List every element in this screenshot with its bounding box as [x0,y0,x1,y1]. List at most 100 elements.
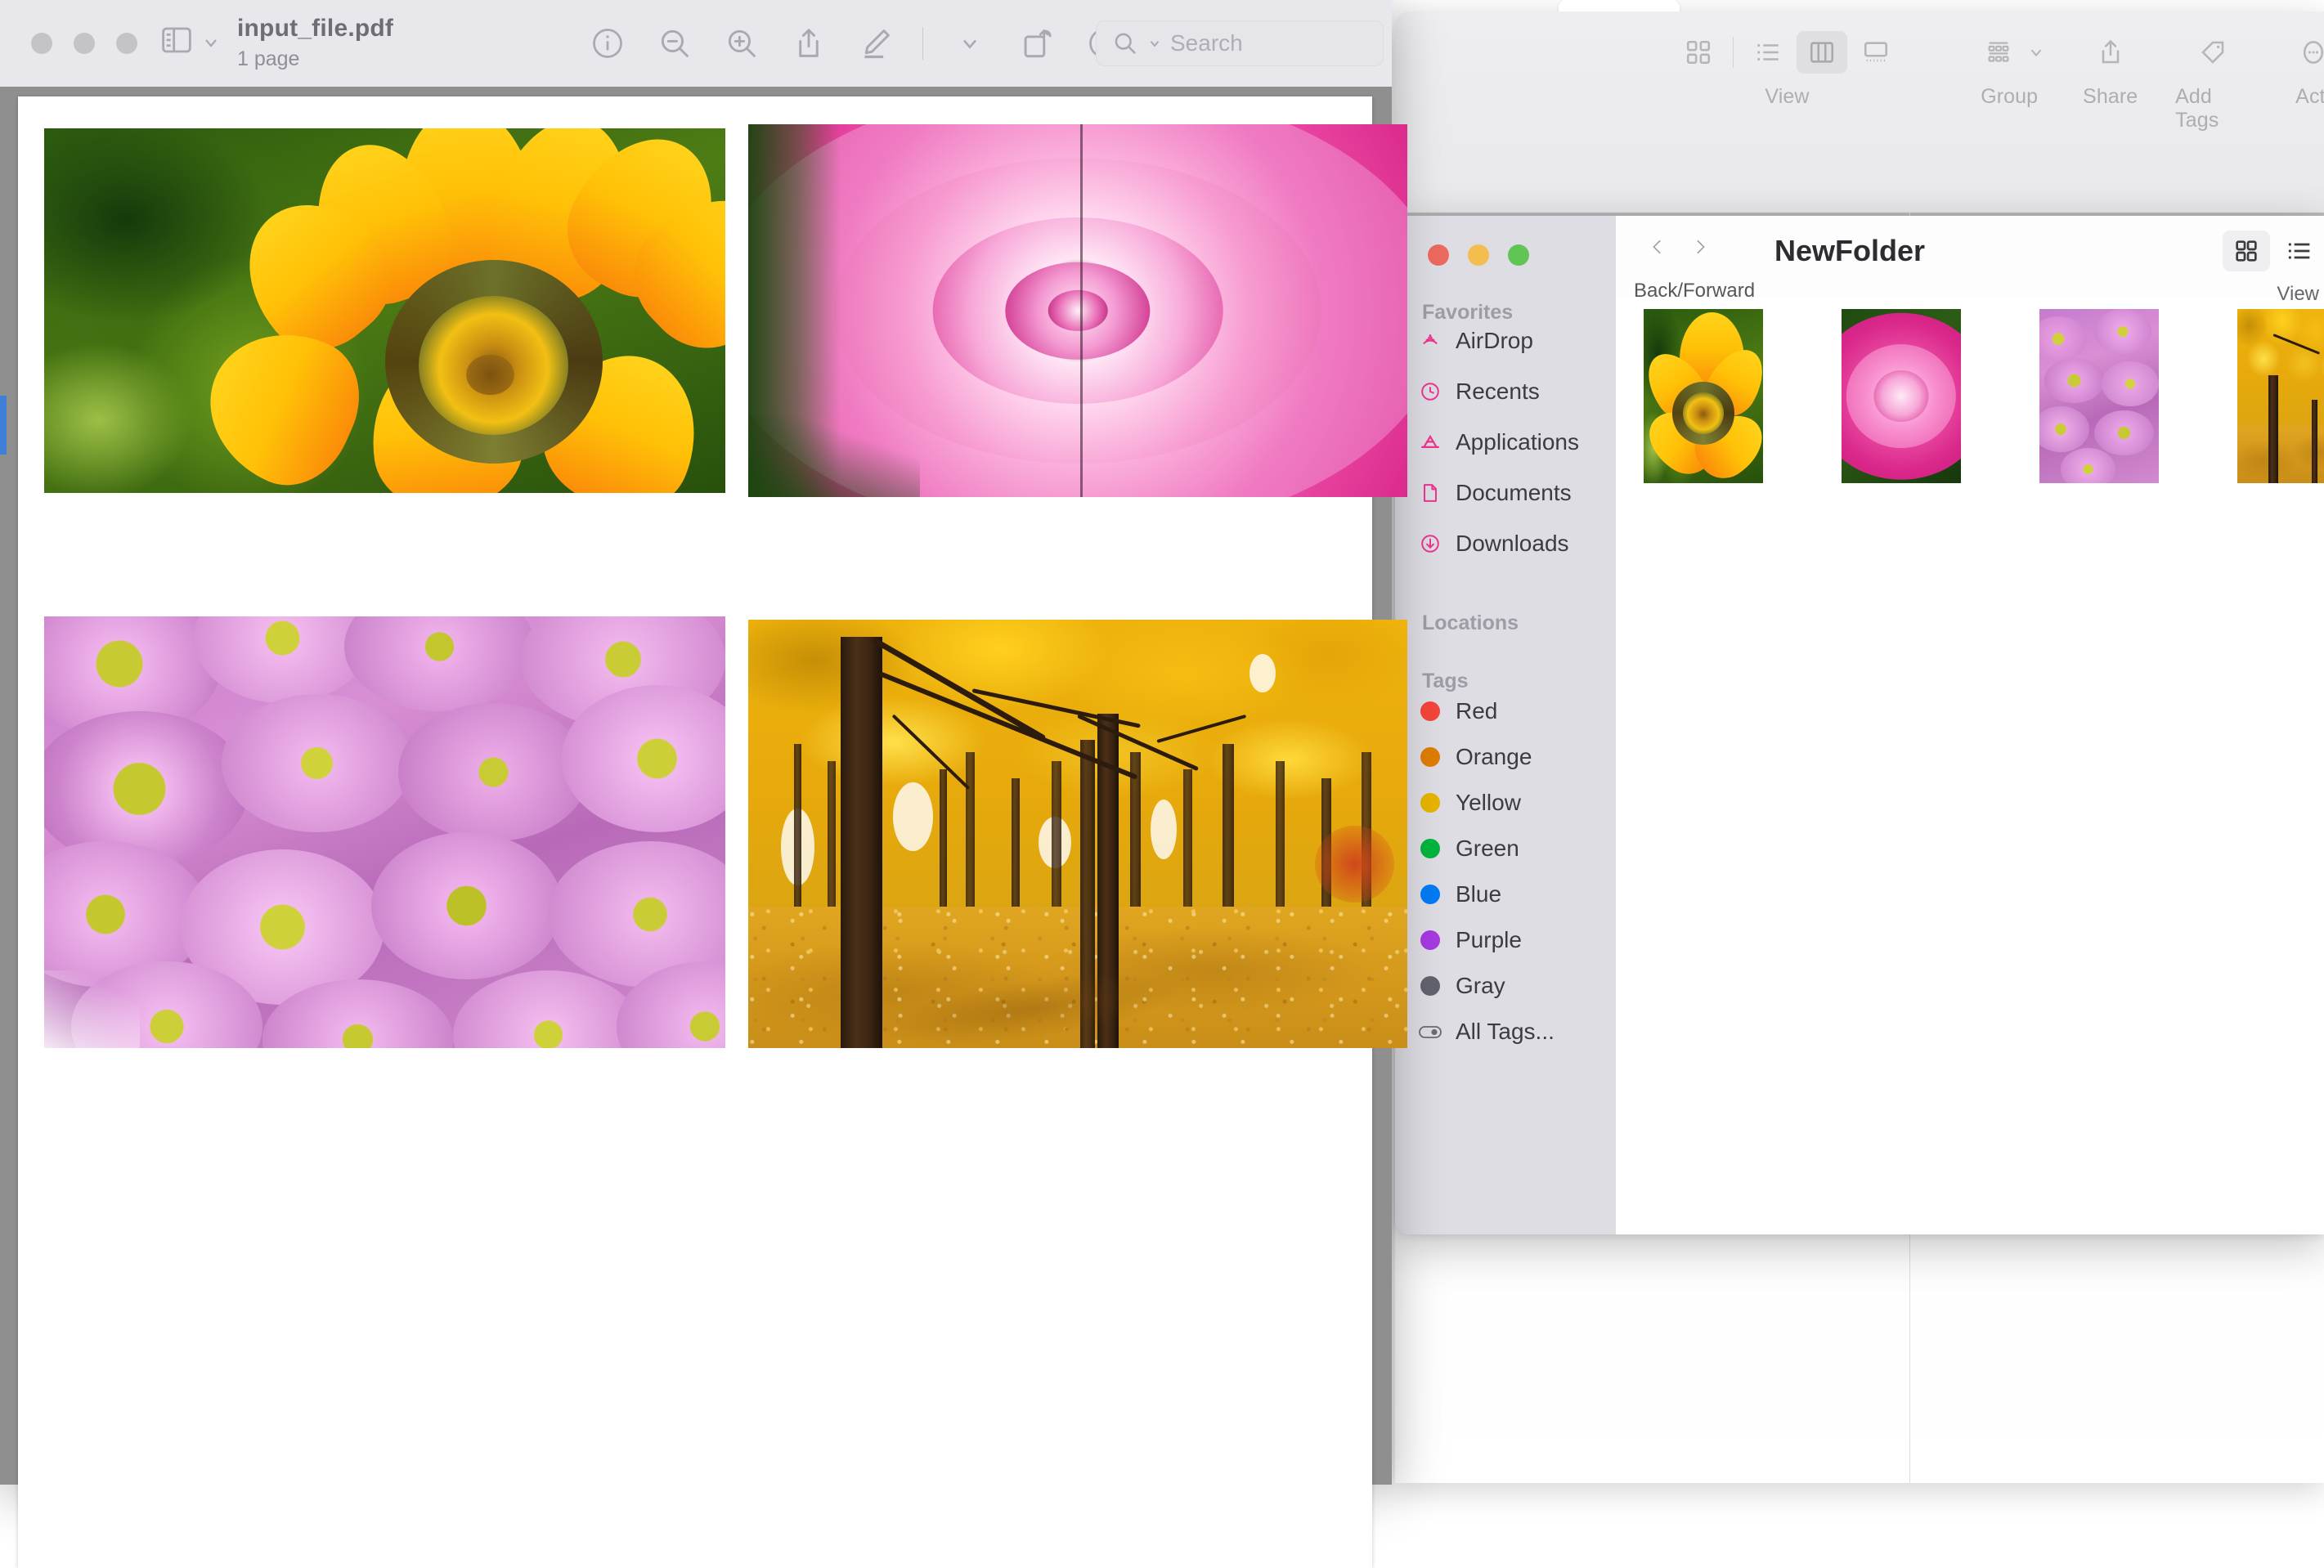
finder-back-toolbar: View [1395,11,2324,213]
add-tags-label: Add Tags [2175,85,2250,132]
search-input[interactable]: Search [1096,20,1384,66]
sidebar-item-airdrop[interactable]: AirDrop [1418,325,1533,357]
toolbar-divider [922,27,923,60]
group-label: Group [1981,85,2038,109]
sidebar-all-tags[interactable]: All Tags... [1418,1015,1555,1048]
sidebar-tag-yellow[interactable]: Yellow [1418,786,1521,819]
chevron-down-icon[interactable] [1147,36,1162,51]
zoom-button[interactable] [116,33,137,54]
sidebar-tag-red[interactable]: Red [1418,695,1497,728]
icon-view-icon[interactable] [2223,231,2270,271]
tag-dot-icon [1418,745,1442,769]
file-item-image4[interactable]: image4.jpg [2237,309,2324,483]
preview-window[interactable]: input_file.pdf 1 page [0,0,1392,1485]
sidebar-item-documents[interactable]: Documents [1418,477,1572,509]
close-button[interactable] [31,33,52,54]
add-tags-button[interactable]: Add Tags [2175,31,2250,132]
tag-dot-icon [1418,791,1442,815]
zoom-out-icon[interactable] [654,23,695,64]
sidebar-item-label: Red [1456,698,1497,724]
rotate-icon[interactable] [1016,23,1057,64]
sidebar-item-label: Yellow [1456,790,1521,816]
minimize-button[interactable] [74,33,95,54]
pdf-page [18,96,1372,1568]
sidebar-tag-orange[interactable]: Orange [1418,741,1532,773]
thumb-forest [2237,309,2324,483]
icon-view-icon[interactable] [1673,31,1724,74]
finder-window-front[interactable]: Favorites AirDrop Recents [1395,216,2324,1234]
file-item-image2[interactable]: image2.jpg [1842,309,1961,483]
sidebar-tag-gray[interactable]: Gray [1418,970,1505,1002]
share-label: Share [2083,85,2138,109]
sidebar-item-label: Gray [1456,973,1505,999]
tag-icon[interactable] [2187,31,2238,74]
window-controls [31,33,137,54]
download-icon [1418,531,1442,556]
chevron-down-icon[interactable] [949,23,990,64]
zoom-button[interactable] [1508,244,1529,266]
zoom-in-icon[interactable] [721,23,762,64]
page-title: input_file.pdf [237,15,393,43]
thumb-gazania [1644,309,1763,483]
sidebar-toggle-icon[interactable] [160,25,193,60]
group-button[interactable]: Group [1973,31,2045,109]
file-thumbnail[interactable] [1644,309,1763,446]
desktop: View [0,0,2324,1485]
sidebar-tag-blue[interactable]: Blue [1418,878,1501,911]
chevron-right-icon[interactable] [1688,231,1712,263]
sidebar-tag-green[interactable]: Green [1418,832,1519,865]
chevron-down-icon[interactable] [201,33,221,52]
file-item-image3[interactable]: image3.jpg [2039,309,2159,483]
sidebar-item-label: AirDrop [1456,328,1533,354]
sidebar-toggle-button[interactable] [160,25,221,60]
chevron-left-icon[interactable] [1645,231,1670,263]
thumb-dahlia [1842,309,1961,483]
share-icon[interactable] [788,23,829,64]
sidebar-item-label: Orange [1456,744,1532,770]
chevron-down-icon[interactable] [2027,43,2045,61]
search-icon [1111,29,1139,57]
sidebar-item-label: All Tags... [1456,1019,1555,1045]
page-scroll-indicator[interactable] [0,396,7,455]
toolbar-divider [1733,37,1734,68]
markup-pen-icon[interactable] [855,23,896,64]
sidebar-section-favorites: Favorites [1422,301,1513,325]
gallery-view-icon[interactable] [1851,31,1901,74]
sidebar-tag-purple[interactable]: Purple [1418,924,1522,956]
sidebar-item-label: Applications [1456,429,1579,455]
tag-dot-icon [1418,836,1442,861]
close-button[interactable] [1428,244,1449,266]
file-thumbnail[interactable] [1842,309,1961,446]
sidebar-item-label: Recents [1456,379,1540,405]
file-thumbnail[interactable] [2039,309,2159,446]
sidebar-item-label: Blue [1456,881,1501,907]
sidebar-item-recents[interactable]: Recents [1418,375,1540,408]
minimize-button[interactable] [1468,244,1489,266]
sidebar-item-downloads[interactable]: Downloads [1418,527,1569,560]
share-button[interactable]: Share [2083,31,2138,109]
column-view-icon[interactable] [1797,31,1847,74]
share-icon[interactable] [2085,31,2136,74]
view-mode-group: View [1673,31,1901,109]
list-view-icon[interactable] [1743,31,1793,74]
nav-buttons [1645,231,1712,263]
finder-sidebar: Favorites AirDrop Recents [1395,216,1616,1234]
list-view-icon[interactable] [2275,231,2322,271]
sidebar-item-applications[interactable]: Applications [1418,426,1579,459]
file-thumbnail[interactable] [2237,309,2324,446]
sidebar-item-label: Purple [1456,927,1522,953]
view-group-label: View [1765,85,1809,109]
group-icon[interactable] [1973,31,2024,74]
folder-title: NewFolder [1774,234,1925,268]
tag-dot-icon [1418,882,1442,907]
info-icon[interactable] [587,23,628,64]
action-button[interactable]: Action [2288,31,2324,109]
all-tags-icon [1418,1019,1442,1044]
window-controls [1428,244,1529,266]
pdf-canvas[interactable] [0,87,1392,1485]
ellipsis-circle-icon[interactable] [2288,31,2324,74]
preview-tools [587,23,1124,64]
file-item-image1[interactable]: image1.jpg [1644,309,1763,483]
airdrop-icon [1418,329,1442,353]
tag-dot-icon [1418,699,1442,724]
